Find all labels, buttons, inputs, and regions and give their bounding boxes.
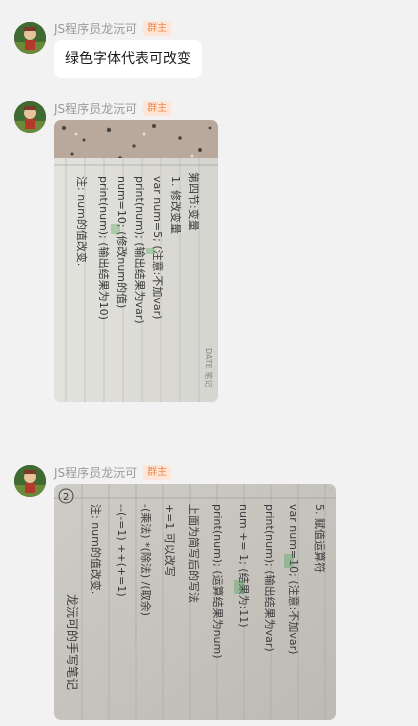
handwriting-line: num += 1; (结果为:11) (237, 504, 250, 628)
handwriting-line: var num=10; (注意:不加var) (287, 504, 301, 654)
avatar-image (14, 101, 46, 133)
sender-name: JS程序员龙沅可 (54, 21, 138, 36)
handwriting-title: 第四节:变量 (187, 172, 201, 231)
handwriting-line: 注: num的值改变. (75, 176, 89, 266)
handwriting-line: var num=5; (注意:不加var) (151, 176, 165, 319)
avatar[interactable] (14, 101, 46, 133)
sender-name: JS程序员龙沅可 (54, 101, 138, 116)
handwriting-line: 5. 赋值运算符 (313, 504, 327, 573)
owner-badge: 群主 (143, 464, 172, 480)
notebook-photo: 5. 赋值运算符 var num=10; (注意:不加var) print(nu… (54, 484, 336, 720)
handwriting-line: -(乘法) *(除法) /(取余) (139, 504, 153, 616)
circled-number: 2 (63, 492, 69, 503)
handwriting-line: print(num); (运算结果为num) (211, 504, 225, 659)
image-message[interactable]: 第四节:变量 1. 修改变量 var num=5; (注意:不加var) pri… (54, 120, 218, 402)
handwriting-line: num=10; (修改num的值) (115, 176, 129, 308)
handwriting-line: print(num); (输出结果为var) (263, 504, 277, 652)
handwriting-signature: 龙沅可的手写笔记 (65, 594, 80, 690)
avatar-image (14, 465, 46, 497)
avatar[interactable] (14, 22, 46, 54)
handwriting-line: 上面为简写后的写法 (187, 504, 201, 603)
notebook-photo: 第四节:变量 1. 修改变量 var num=5; (注意:不加var) pri… (54, 120, 218, 402)
handwriting-line: print(num); (输出结果为var) (133, 176, 147, 324)
handwriting-line: --(-=1) ++(+=1) (115, 504, 128, 597)
text-bubble[interactable]: 绿色字体代表可改变 (54, 40, 202, 78)
image-message[interactable]: 5. 赋值运算符 var num=10; (注意:不加var) print(nu… (54, 484, 336, 720)
sender-name: JS程序员龙沅可 (54, 465, 138, 480)
handwriting-line: +=1 可以改写 (163, 504, 177, 577)
handwriting-line: 1. 修改变量 (169, 176, 183, 234)
owner-badge: 群主 (143, 20, 172, 36)
handwriting-line: print(num); (输出结果为10) (97, 176, 111, 320)
handwriting-line: 注: num的值改变. (89, 504, 103, 594)
avatar-image (14, 22, 46, 54)
owner-badge: 群主 (143, 100, 172, 116)
page-corner-mark: DATE 笔记 (204, 348, 214, 387)
avatar[interactable] (14, 465, 46, 497)
